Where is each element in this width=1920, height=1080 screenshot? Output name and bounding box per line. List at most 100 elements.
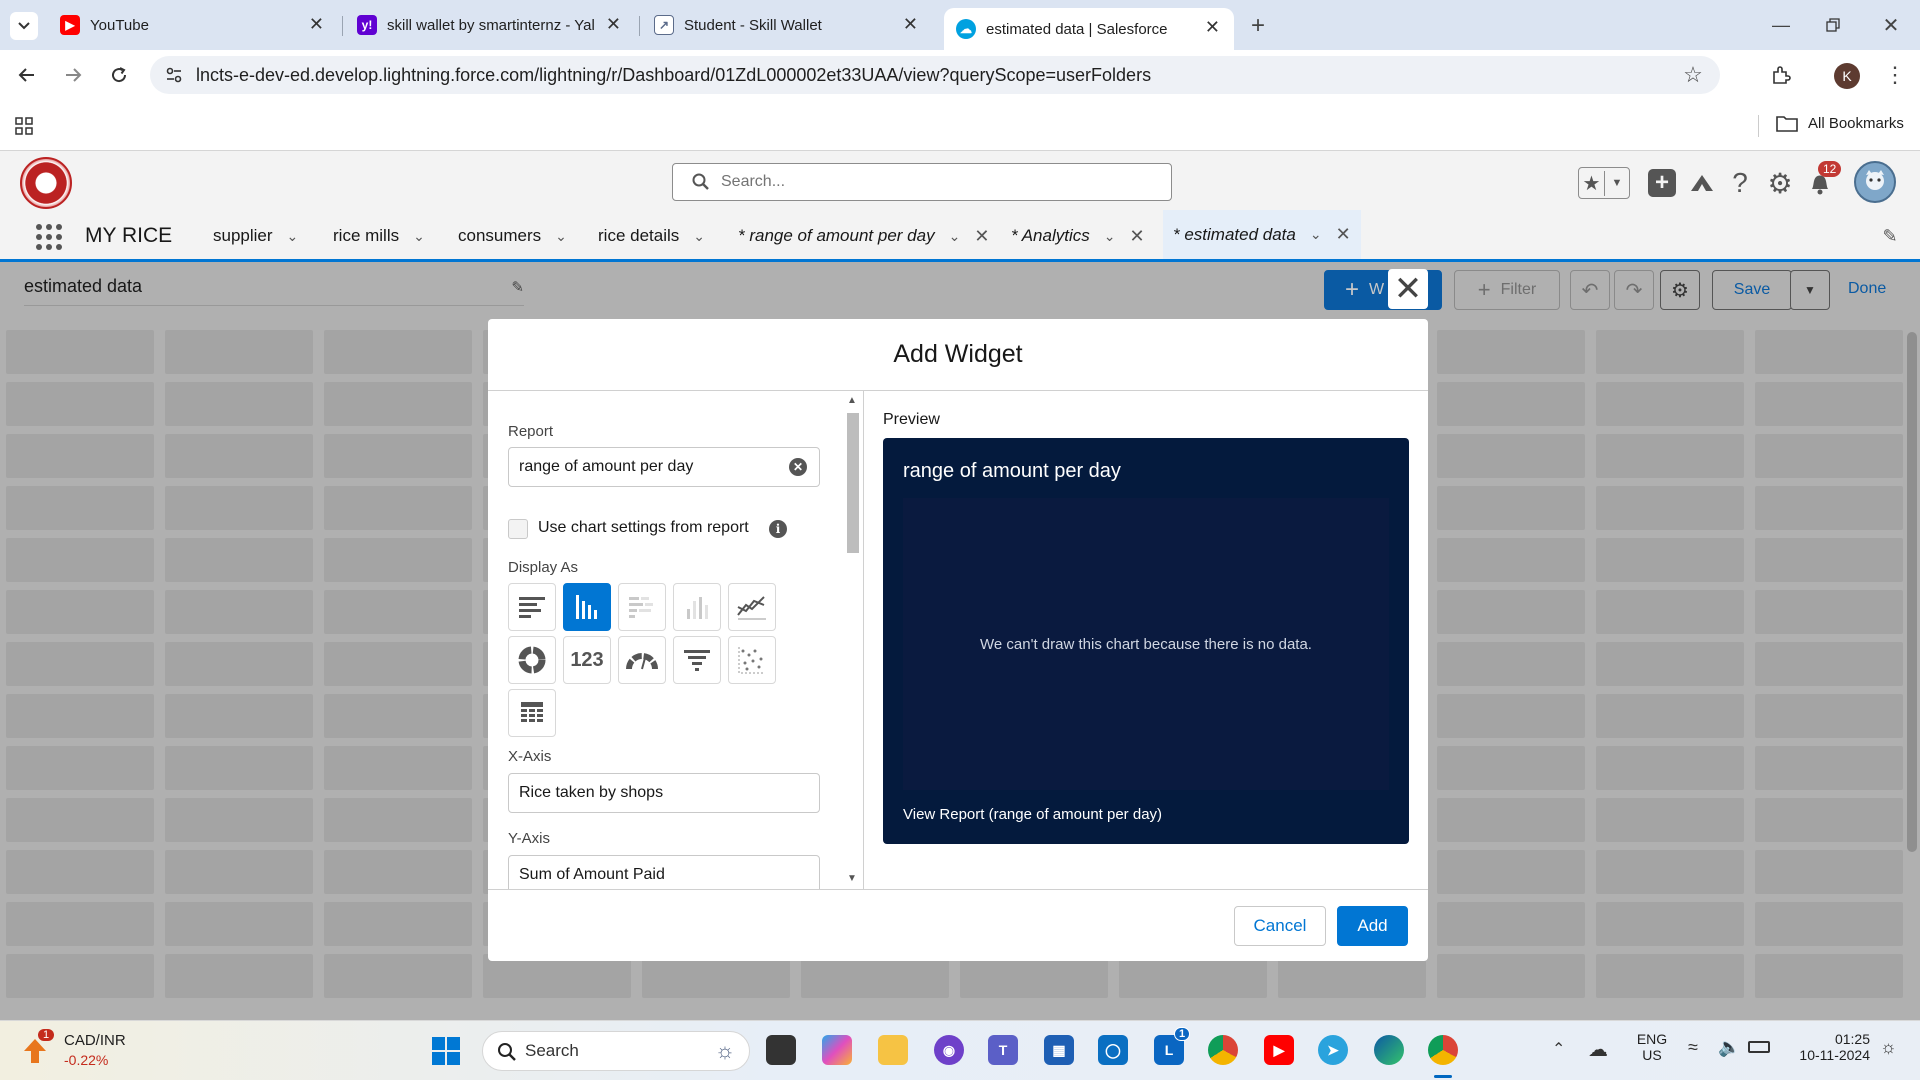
onedrive-icon[interactable]: ☁	[1588, 1037, 1608, 1062]
address-bar[interactable]: lncts-e-dev-ed.develop.lightning.force.c…	[150, 56, 1720, 94]
add-button[interactable]: Add	[1337, 906, 1408, 946]
filter-button[interactable]: + Filter	[1454, 270, 1560, 310]
horizontal-bar-chart-icon[interactable]	[508, 583, 556, 631]
copilot-icon[interactable]	[822, 1035, 852, 1065]
notification-center-icon[interactable]: ☼	[1880, 1037, 1897, 1058]
volume-icon[interactable]: 🔈	[1718, 1037, 1740, 1058]
bookmark-star-icon[interactable]: ☆	[1682, 62, 1704, 87]
input-language[interactable]: ENG US	[1634, 1031, 1670, 1063]
microsoft-store-icon[interactable]: ▦	[1044, 1035, 1074, 1065]
redo-button[interactable]: ↷	[1614, 270, 1654, 310]
close-window-button[interactable]: ✕	[1876, 10, 1906, 40]
nav-item-rice-mills[interactable]: rice mills ⌄	[333, 210, 425, 262]
table-icon[interactable]	[508, 689, 556, 737]
reload-button[interactable]	[104, 60, 134, 90]
close-tab-icon[interactable]: ✕	[309, 14, 324, 35]
stacked-column-chart-icon[interactable]	[673, 583, 721, 631]
user-avatar[interactable]	[1854, 161, 1896, 203]
tab-skill-wallet-yahoo[interactable]: y! skill wallet by smartinternz - Yal ✕	[345, 8, 635, 42]
chrome-profile-icon[interactable]	[1428, 1035, 1458, 1065]
chrome-icon[interactable]	[1208, 1035, 1238, 1065]
wifi-icon[interactable]: ≈	[1688, 1037, 1698, 1058]
nav-item-rice-details[interactable]: rice details ⌄	[598, 210, 705, 262]
gauge-chart-icon[interactable]	[618, 636, 666, 684]
global-actions-icon[interactable]: +	[1648, 169, 1676, 197]
line-chart-icon[interactable]	[728, 583, 776, 631]
all-bookmarks-button[interactable]: All Bookmarks	[1776, 114, 1904, 132]
nav-item-analytics[interactable]: * Analytics ⌄ ✕	[1011, 210, 1145, 262]
close-tab-icon[interactable]: ✕	[1205, 17, 1220, 38]
scrollbar-thumb[interactable]	[1907, 332, 1917, 852]
nav-item-consumers[interactable]: consumers ⌄	[458, 210, 567, 262]
browser-menu-icon[interactable]: ⋮	[1880, 60, 1910, 90]
page-scrollbar[interactable]	[1904, 320, 1920, 1020]
tab-estimated-data-salesforce[interactable]: ☁ estimated data | Salesforce ✕	[944, 8, 1234, 50]
app-launcher-icon[interactable]	[36, 224, 62, 250]
global-search-input[interactable]: Search...	[672, 163, 1172, 201]
tab-search-button[interactable]	[10, 12, 38, 40]
close-tab-icon[interactable]: ✕	[974, 226, 989, 247]
telegram-icon[interactable]: ➤	[1318, 1035, 1348, 1065]
restore-window-button[interactable]	[1818, 10, 1848, 40]
chevron-down-icon[interactable]: ⌄	[287, 228, 299, 245]
nav-item-range-of-amount-per-day[interactable]: * range of amount per day ⌄ ✕	[738, 210, 989, 262]
apps-grid-icon[interactable]	[12, 114, 36, 138]
properties-gear-button[interactable]: ⚙	[1660, 270, 1700, 310]
settings-scrollbar-thumb[interactable]	[847, 413, 859, 553]
chevron-down-icon[interactable]: ⌄	[949, 228, 961, 245]
clear-report-icon[interactable]: ✕	[789, 458, 807, 476]
cortana-icon[interactable]: ◯	[1098, 1035, 1128, 1065]
org-logo[interactable]	[20, 157, 72, 209]
extensions-icon[interactable]	[1766, 60, 1796, 90]
back-button[interactable]	[12, 60, 42, 90]
nav-item-estimated-data[interactable]: * estimated data ⌄ ✕	[1163, 210, 1361, 262]
close-tab-icon[interactable]: ✕	[903, 14, 918, 35]
minimize-window-button[interactable]: —	[1766, 10, 1796, 40]
dashboard-title-input[interactable]: estimated data ✎	[24, 276, 524, 306]
undo-button[interactable]: ↶	[1570, 270, 1610, 310]
chevron-down-icon[interactable]: ⌄	[693, 228, 705, 245]
stock-widget[interactable]: 1 CAD/INR -0.22%	[22, 1029, 142, 1071]
scatter-chart-icon[interactable]	[728, 636, 776, 684]
chevron-down-icon[interactable]: ⌄	[1310, 226, 1322, 243]
site-settings-icon[interactable]	[164, 65, 184, 85]
use-chart-settings-checkbox[interactable]	[508, 519, 528, 539]
edit-nav-pencil-icon[interactable]: ✎	[1878, 224, 1902, 248]
notifications-bell-icon[interactable]: 12	[1806, 161, 1842, 197]
view-report-link[interactable]: View Report (range of amount per day)	[903, 806, 1162, 823]
profile-avatar[interactable]: K	[1834, 63, 1860, 89]
linkedin-icon[interactable]: L 1	[1154, 1027, 1191, 1065]
metric-icon[interactable]: 123	[563, 636, 611, 684]
save-options-dropdown[interactable]: ▼	[1790, 270, 1830, 310]
vertical-column-chart-icon[interactable]	[563, 583, 611, 631]
close-modal-button[interactable]: ✕	[1388, 269, 1428, 309]
scroll-up-icon[interactable]: ▲	[847, 395, 857, 406]
github-icon[interactable]: ◉	[934, 1035, 964, 1065]
pencil-icon[interactable]: ✎	[511, 278, 524, 296]
donut-chart-icon[interactable]	[508, 636, 556, 684]
tab-student-skill-wallet[interactable]: ↗ Student - Skill Wallet ✕	[642, 8, 932, 42]
close-tab-icon[interactable]: ✕	[606, 14, 621, 35]
setup-gear-icon[interactable]: ⚙	[1766, 168, 1794, 199]
close-tab-icon[interactable]: ✕	[1129, 226, 1144, 247]
y-axis-select[interactable]: Sum of Amount Paid	[508, 855, 820, 889]
start-button[interactable]	[432, 1037, 460, 1065]
forward-button[interactable]	[58, 60, 88, 90]
save-button[interactable]: Save	[1712, 270, 1792, 310]
chevron-down-icon[interactable]: ⌄	[1104, 228, 1116, 245]
tab-youtube[interactable]: ▶ YouTube ✕	[48, 8, 338, 42]
done-button[interactable]: Done	[1848, 280, 1886, 298]
nav-item-supplier[interactable]: supplier ⌄	[213, 210, 298, 262]
funnel-chart-icon[interactable]	[673, 636, 721, 684]
scroll-down-icon[interactable]: ▼	[847, 873, 857, 884]
clock[interactable]: 01:25 10-11-2024	[1782, 1031, 1870, 1063]
chevron-down-icon[interactable]: ⌄	[413, 228, 425, 245]
youtube-app-icon[interactable]: ▶	[1264, 1035, 1294, 1065]
info-icon[interactable]: i	[769, 520, 787, 538]
help-icon[interactable]: ?	[1726, 167, 1754, 199]
edge-icon[interactable]	[1374, 1035, 1404, 1065]
report-input[interactable]: range of amount per day ✕	[508, 447, 820, 487]
close-tab-icon[interactable]: ✕	[1336, 224, 1351, 245]
battery-icon[interactable]	[1748, 1041, 1770, 1053]
teams-icon[interactable]: T	[988, 1035, 1018, 1065]
